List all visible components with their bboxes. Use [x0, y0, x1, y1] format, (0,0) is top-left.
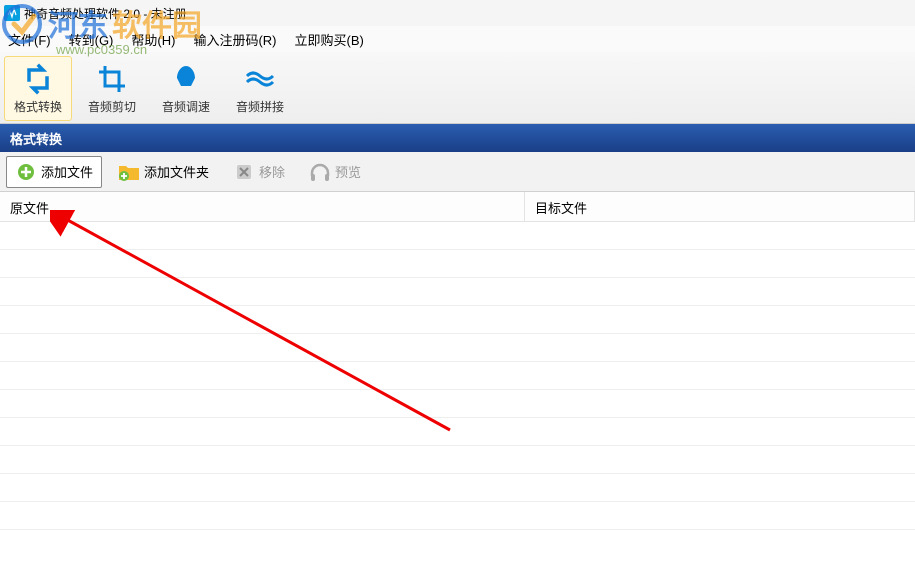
tool-audio-concat[interactable]: 音频拼接 — [226, 56, 294, 121]
target-column: 目标文件 — [525, 192, 915, 574]
table-row — [525, 250, 915, 278]
table-row — [525, 278, 915, 306]
table-row — [0, 418, 525, 446]
remove-button[interactable]: 移除 — [225, 157, 293, 187]
table-row — [525, 418, 915, 446]
table-row — [0, 278, 525, 306]
table-row — [525, 222, 915, 250]
add-file-icon — [15, 161, 37, 183]
tool-trim-label: 音频剪切 — [88, 98, 136, 115]
add-file-label: 添加文件 — [41, 162, 93, 181]
target-rows — [525, 222, 915, 574]
table-row — [0, 390, 525, 418]
section-title: 格式转换 — [10, 129, 62, 148]
table-row — [0, 446, 525, 474]
window-title: 神奇音频处理软件 2.0 - 未注册 — [24, 5, 187, 22]
table-row — [525, 334, 915, 362]
headphones-icon — [309, 161, 331, 183]
tool-concat-label: 音频拼接 — [236, 98, 284, 115]
menu-goto[interactable]: 转到(G) — [69, 30, 114, 49]
convert-icon — [21, 62, 55, 96]
tool-format-convert[interactable]: 格式转换 — [4, 56, 72, 121]
table-row — [525, 390, 915, 418]
table-row — [0, 222, 525, 250]
rocket-icon — [169, 62, 203, 96]
source-header[interactable]: 原文件 — [0, 192, 525, 222]
source-column: 原文件 — [0, 192, 525, 574]
action-bar: 添加文件 添加文件夹 移除 预览 — [0, 152, 915, 192]
table-row — [525, 502, 915, 530]
table-row — [0, 502, 525, 530]
preview-label: 预览 — [335, 162, 361, 181]
table-row — [0, 306, 525, 334]
tool-convert-label: 格式转换 — [14, 98, 62, 115]
add-folder-label: 添加文件夹 — [144, 162, 209, 181]
file-table: 原文件 目标文件 — [0, 192, 915, 574]
table-row — [0, 250, 525, 278]
preview-button[interactable]: 预览 — [301, 157, 369, 187]
app-icon — [4, 5, 20, 21]
table-row — [0, 362, 525, 390]
title-bar: 神奇音频处理软件 2.0 - 未注册 — [0, 0, 915, 26]
menu-buy[interactable]: 立即购买(B) — [294, 30, 363, 49]
crop-icon — [95, 62, 129, 96]
menu-bar: 文件(F) 转到(G) 帮助(H) 输入注册码(R) 立即购买(B) — [0, 26, 915, 52]
tool-audio-speed[interactable]: 音频调速 — [152, 56, 220, 121]
table-row — [0, 334, 525, 362]
handshake-icon — [243, 62, 277, 96]
remove-label: 移除 — [259, 162, 285, 181]
add-folder-button[interactable]: 添加文件夹 — [110, 157, 217, 187]
tool-speed-label: 音频调速 — [162, 98, 210, 115]
table-row — [0, 474, 525, 502]
main-toolbar: 格式转换 音频剪切 音频调速 音频拼接 — [0, 52, 915, 124]
table-row — [525, 362, 915, 390]
table-row — [525, 306, 915, 334]
add-folder-icon — [118, 161, 140, 183]
menu-register[interactable]: 输入注册码(R) — [193, 30, 276, 49]
add-file-button[interactable]: 添加文件 — [6, 156, 102, 188]
source-rows — [0, 222, 525, 574]
tool-audio-trim[interactable]: 音频剪切 — [78, 56, 146, 121]
table-row — [525, 474, 915, 502]
menu-file[interactable]: 文件(F) — [8, 30, 51, 49]
remove-icon — [233, 161, 255, 183]
table-row — [525, 446, 915, 474]
menu-help[interactable]: 帮助(H) — [131, 30, 175, 49]
section-header: 格式转换 — [0, 124, 915, 152]
target-header[interactable]: 目标文件 — [525, 192, 915, 222]
